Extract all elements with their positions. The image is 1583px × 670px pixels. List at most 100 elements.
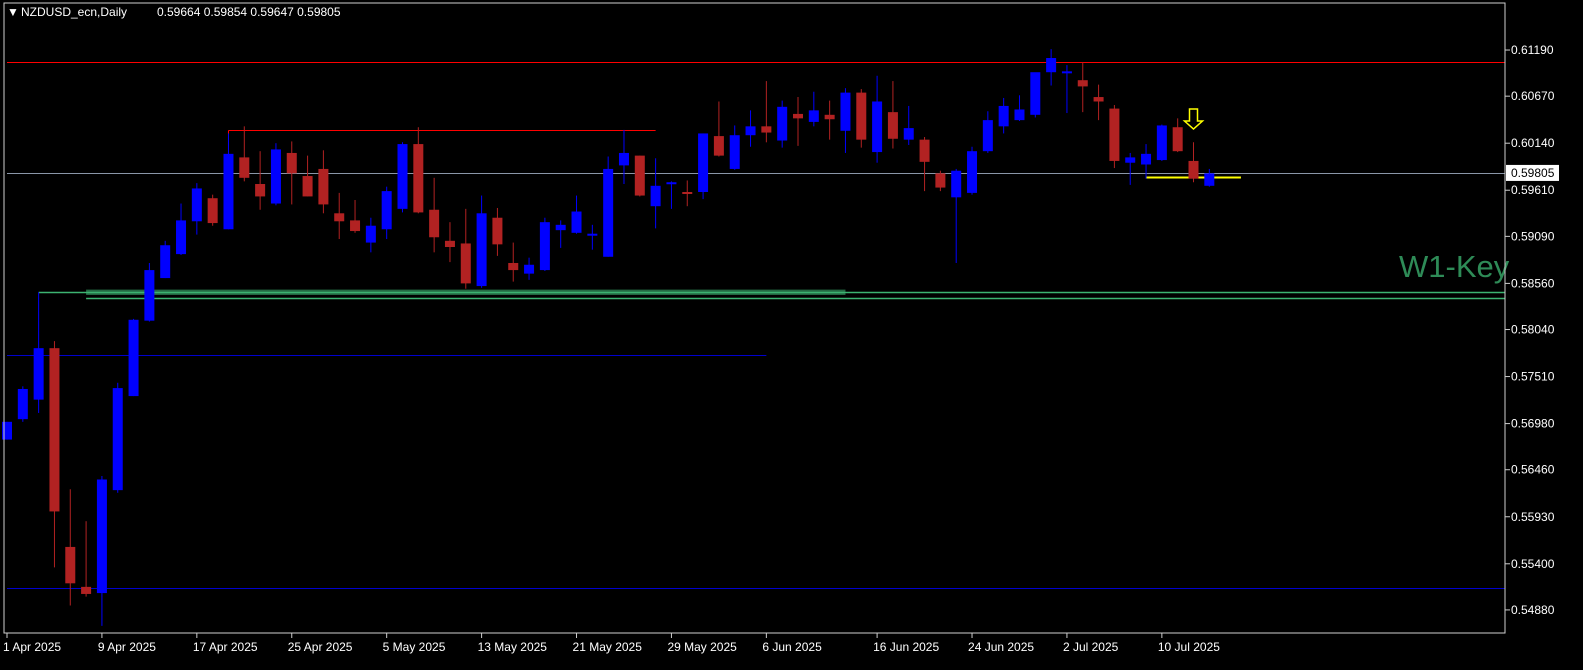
chart-background xyxy=(0,0,1583,665)
candle-body xyxy=(618,152,629,166)
candle-body xyxy=(444,240,455,248)
candle-body xyxy=(492,217,503,245)
candle-body xyxy=(65,546,76,584)
y-tick-label: 0.60670 xyxy=(1511,89,1555,103)
candle xyxy=(160,240,171,279)
candle xyxy=(634,155,645,197)
candle-body xyxy=(508,262,519,271)
y-tick-label: 0.61190 xyxy=(1511,43,1554,57)
candle-body xyxy=(524,264,535,274)
collapse-arrow-icon[interactable]: ▼ xyxy=(7,5,19,19)
x-tick-label: 17 Apr 2025 xyxy=(193,640,258,654)
candle-body xyxy=(777,106,788,141)
candle xyxy=(1109,105,1120,169)
candle-body xyxy=(587,233,598,236)
y-tick-label: 0.56460 xyxy=(1511,463,1555,477)
candle-body xyxy=(176,220,187,255)
y-tick-label: 0.59610 xyxy=(1511,183,1555,197)
y-tick-label: 0.58560 xyxy=(1511,276,1555,290)
candle-body xyxy=(128,319,139,397)
w1-key-label: W1-Key xyxy=(1399,249,1510,284)
candle-body xyxy=(808,110,819,122)
x-tick-label: 13 May 2025 xyxy=(478,640,548,654)
candle-body xyxy=(1046,58,1057,73)
candle-body xyxy=(17,388,28,420)
candle-body xyxy=(951,170,962,198)
x-tick-label: 24 Jun 2025 xyxy=(968,640,1034,654)
candle-body xyxy=(998,105,1009,127)
candle xyxy=(539,217,550,271)
candle xyxy=(856,89,867,148)
candle-body xyxy=(1014,109,1025,121)
x-tick-label: 21 May 2025 xyxy=(573,640,643,654)
candle-body xyxy=(350,220,361,232)
candle xyxy=(112,382,123,493)
candle xyxy=(1156,124,1167,161)
candle-body xyxy=(255,184,266,197)
candle-body xyxy=(919,139,930,162)
candle-body xyxy=(365,225,376,243)
candle-body xyxy=(33,348,44,400)
current-price-label: 0.59805 xyxy=(1511,166,1555,180)
candle-body xyxy=(286,152,297,174)
candle-body xyxy=(539,222,550,271)
candle-body xyxy=(191,188,202,222)
candle-body xyxy=(603,168,614,257)
ohlc-values: 0.59664 0.59854 0.59647 0.59805 xyxy=(157,5,341,19)
y-tick-label: 0.57510 xyxy=(1511,370,1555,384)
candle-body xyxy=(634,155,645,196)
x-tick-label: 10 Jul 2025 xyxy=(1158,640,1220,654)
candle xyxy=(17,386,28,422)
candle-body xyxy=(270,149,281,204)
x-tick-label: 2 Jul 2025 xyxy=(1063,640,1119,654)
candle xyxy=(397,142,408,213)
candle-body xyxy=(824,114,835,120)
candle-body xyxy=(555,224,566,231)
x-tick-label: 6 Jun 2025 xyxy=(762,640,822,654)
candle xyxy=(144,262,155,322)
candle-body xyxy=(1030,72,1041,115)
candle-body xyxy=(1093,97,1104,102)
candle-body xyxy=(112,388,123,491)
candle-body xyxy=(1125,157,1136,163)
candle-body xyxy=(334,213,345,222)
x-tick-label: 9 Apr 2025 xyxy=(98,640,156,654)
y-tick-label: 0.55400 xyxy=(1511,557,1555,571)
candle-body xyxy=(460,243,471,284)
candle-body xyxy=(713,136,724,156)
candle-body xyxy=(144,270,155,321)
candle-body xyxy=(729,135,740,169)
candle-body xyxy=(650,185,661,207)
y-tick-label: 0.60140 xyxy=(1511,136,1555,150)
candle-body xyxy=(160,245,171,279)
candle xyxy=(603,156,614,257)
candle-body xyxy=(967,151,978,193)
candle-body xyxy=(1172,127,1183,152)
candle-body xyxy=(840,92,851,131)
candle-body xyxy=(49,348,60,512)
candle-body xyxy=(666,182,677,185)
candle-body xyxy=(1204,173,1215,186)
candle-body xyxy=(903,128,914,140)
candle xyxy=(128,318,139,397)
candle-body xyxy=(1061,71,1072,74)
candle-body xyxy=(381,191,392,230)
chart-window[interactable]: W1-Key 0.61190 0.60670 0.60140 0.59610 0.590… xyxy=(0,0,1583,665)
candle-body xyxy=(856,92,867,140)
candle-body xyxy=(793,113,803,119)
y-tick-label: 0.58040 xyxy=(1511,323,1555,337)
y-tick-label: 0.54880 xyxy=(1511,603,1555,617)
candle-body xyxy=(982,120,993,152)
candle-body xyxy=(302,176,313,197)
candle xyxy=(270,143,281,206)
candle-body xyxy=(682,192,693,194)
candle-body xyxy=(318,168,329,205)
candle-body xyxy=(745,126,756,136)
candle-body xyxy=(761,126,772,133)
candle-body xyxy=(1156,125,1167,161)
candle-body xyxy=(413,144,424,213)
candlestick-chart[interactable]: W1-Key 0.61190 0.60670 0.60140 0.59610 0.590… xyxy=(0,0,1583,665)
candle-body xyxy=(1141,153,1152,165)
candle-body xyxy=(96,479,107,594)
candle-body xyxy=(81,586,92,594)
